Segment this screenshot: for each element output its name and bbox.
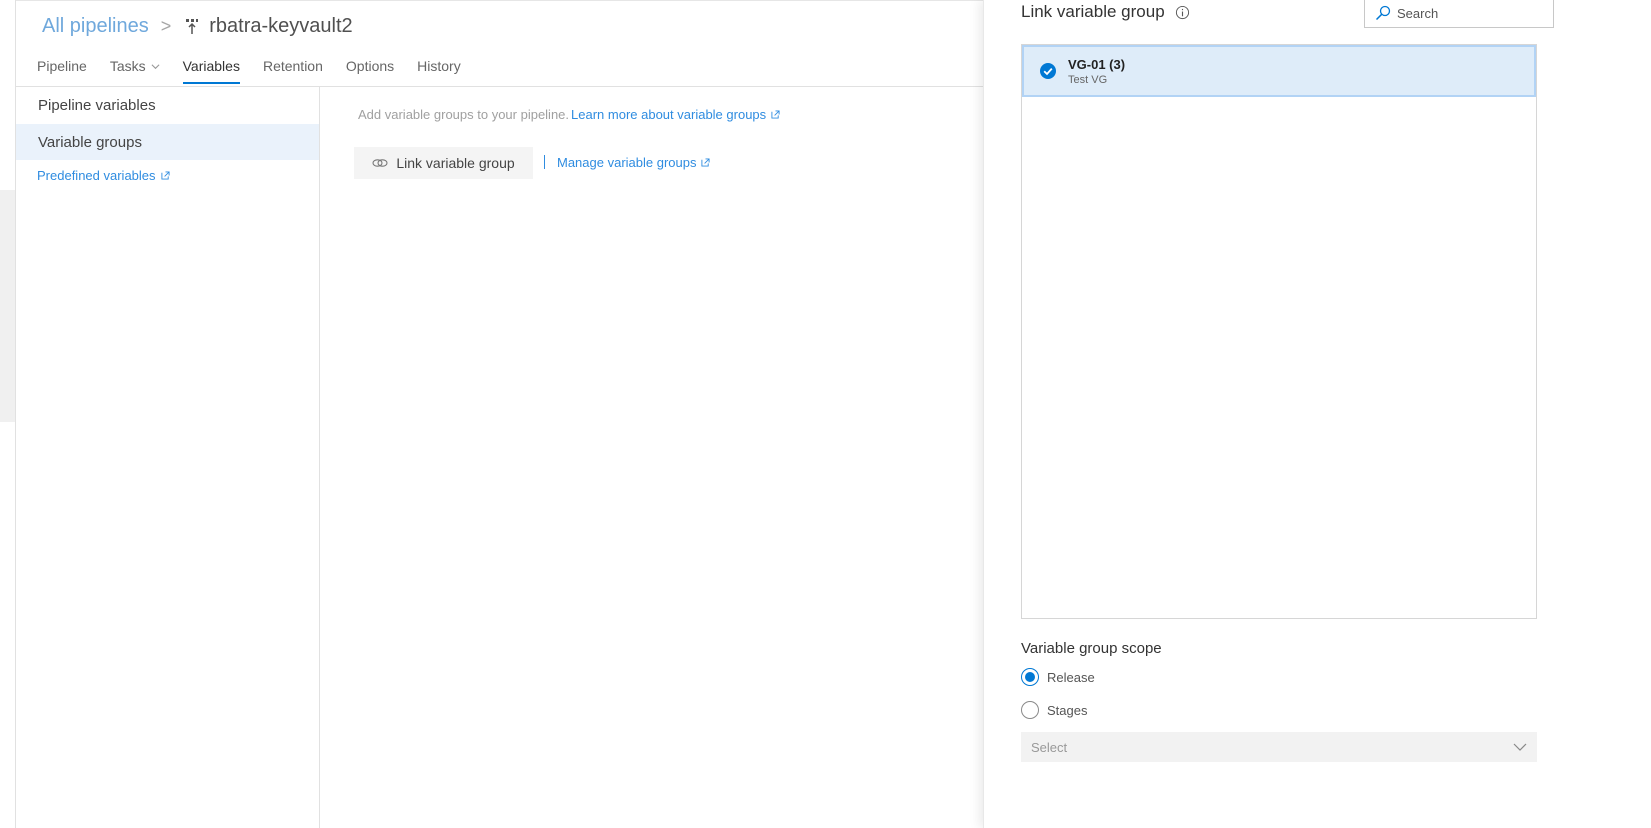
link-icon	[372, 159, 388, 167]
pipeline-title: rbatra-keyvault2	[209, 14, 353, 37]
tab-label: Retention	[262, 58, 323, 74]
left-rail	[0, 0, 16, 828]
scope-label: Variable group scope	[1021, 640, 1162, 657]
breadcrumb-separator: >	[160, 15, 172, 36]
hint-text: Add variable groups to your pipeline.	[358, 107, 570, 122]
predefined-variables-label: Predefined variables	[37, 168, 156, 183]
checkmark-circle-icon	[1040, 63, 1056, 79]
tab-label: Tasks	[109, 58, 146, 74]
tab-options[interactable]: Options	[346, 58, 394, 84]
info-icon[interactable]	[1175, 5, 1190, 20]
chevron-down-icon	[1513, 743, 1527, 751]
panel-title: Link variable group	[1021, 2, 1190, 22]
search-placeholder: Search	[1397, 5, 1439, 21]
variable-group-list: VG-01 (3) Test VG	[1021, 44, 1537, 619]
external-link-icon	[701, 158, 711, 167]
variable-groups-hint: Add variable groups to your pipeline. Le…	[358, 107, 780, 122]
tab-label: History	[417, 58, 461, 74]
rail-shade	[0, 190, 15, 422]
link-variable-group-panel: Link variable group Search VG-01 (3) Tes…	[983, 0, 1651, 828]
search-input[interactable]: Search	[1364, 0, 1554, 28]
sidebar-item-pipeline-variables[interactable]: Pipeline variables	[16, 87, 319, 123]
tab-label: Variables	[182, 58, 240, 74]
variable-group-description: Test VG	[1068, 73, 1108, 86]
radio-button[interactable]	[1021, 701, 1039, 719]
predefined-variables-link[interactable]: Predefined variables	[37, 168, 170, 183]
tab-tasks[interactable]: Tasks	[110, 58, 160, 84]
variables-sidebar: Pipeline variables Variable groups Prede…	[16, 87, 320, 828]
variable-group-name: VG-01 (3)	[1068, 56, 1126, 72]
radio-label: Release	[1047, 669, 1095, 685]
tab-label: Pipeline	[37, 58, 87, 74]
external-link-icon	[160, 171, 170, 180]
tab-bar: Pipeline Tasks Variables Retention Optio…	[37, 58, 484, 84]
tab-pipeline[interactable]: Pipeline	[37, 58, 87, 84]
search-icon	[1375, 5, 1391, 21]
scope-radio-stages[interactable]: Stages	[1021, 701, 1087, 719]
list-item[interactable]: VG-01 (3) Test VG	[1022, 45, 1536, 97]
list-item-text: VG-01 (3) Test VG	[1068, 57, 1125, 86]
pipeline-icon	[186, 19, 199, 34]
sidebar-item-variable-groups[interactable]: Variable groups	[16, 124, 319, 160]
external-link-icon	[771, 110, 780, 119]
radio-label: Stages	[1047, 702, 1088, 718]
stage-select-value: Select	[1031, 739, 1068, 755]
radio-button[interactable]	[1021, 668, 1039, 686]
tab-history[interactable]: History	[417, 58, 461, 84]
breadcrumb-all-pipelines[interactable]: All pipelines	[42, 15, 149, 38]
scope-radio-release[interactable]: Release	[1021, 668, 1095, 686]
tab-variables[interactable]: Variables	[182, 58, 241, 84]
stage-select[interactable]: Select	[1021, 732, 1537, 762]
learn-more-label: Learn more about variable groups	[571, 107, 767, 122]
chevron-down-icon	[151, 63, 160, 69]
panel-title-text: Link variable group	[1021, 2, 1165, 21]
manage-variable-groups-label: Manage variable groups	[557, 155, 697, 170]
tab-retention[interactable]: Retention	[263, 58, 323, 84]
tab-label: Options	[345, 58, 395, 74]
top-rule	[16, 0, 1036, 1]
breadcrumb: All pipelines > rbatra-keyvault2	[42, 12, 353, 40]
learn-more-link[interactable]: Learn more about variable groups	[571, 107, 780, 122]
action-divider	[544, 155, 545, 169]
link-variable-group-label: Link variable group	[396, 155, 515, 171]
link-variable-group-button[interactable]: Link variable group	[354, 147, 533, 179]
manage-variable-groups-link[interactable]: Manage variable groups	[557, 155, 711, 170]
